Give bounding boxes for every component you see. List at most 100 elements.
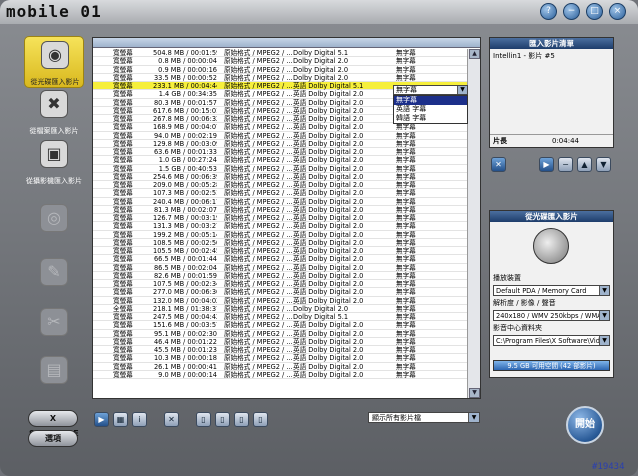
- film-button[interactable]: ▤: [24, 352, 84, 404]
- table-row[interactable]: 寬螢幕 94.0 MB / 00:02:19 原始格式 / MPEG2 / ... 英…: [93, 132, 468, 140]
- table-row[interactable]: 寬螢幕 168.9 MB / 00:04:07 原始格式 / MPEG2 / ...…: [93, 123, 468, 132]
- info-button[interactable]: ⅰ: [132, 412, 147, 427]
- subtitle-select[interactable]: 無字幕 ▼: [393, 85, 468, 95]
- table-row[interactable]: 寬螢幕 1.0 GB / 00:27:24 原始格式 / MPEG2 / ... 英語…: [93, 156, 468, 165]
- table-row[interactable]: 寬螢幕 63.6 MB / 00:01:33 原始格式 / MPEG2 / ... 英…: [93, 148, 468, 157]
- table-cell: 寬螢幕: [113, 172, 133, 181]
- table-row[interactable]: 寬螢幕 86.5 MB / 00:02:04 原始格式 / MPEG2 / ... 英…: [93, 264, 468, 272]
- table-cell: 無字幕: [396, 321, 416, 330]
- table-cell: 英語 Dolby Digital 2.0: [293, 148, 364, 156]
- table-cell: 英語 Dolby Digital 2.0: [293, 280, 364, 288]
- table-row[interactable]: 寬螢幕 33.5 MB / 00:00:52 原始格式 / MPEG2 / ... D…: [93, 74, 468, 82]
- chevron-down-icon[interactable]: ▼: [599, 336, 609, 345]
- remove-button[interactable]: ✕: [164, 412, 179, 427]
- table-cell: 無字幕: [396, 197, 416, 206]
- view-4-button[interactable]: ▯: [253, 412, 268, 427]
- table-row[interactable]: 寬螢幕 26.1 MB / 00:00:41 原始格式 / MPEG2 / ... 英…: [93, 363, 468, 371]
- table-row[interactable]: 寬螢幕 209.0 MB / 00:05:28 原始格式 / MPEG2 / ...…: [93, 181, 468, 190]
- scroll-up-icon[interactable]: ▲: [469, 49, 480, 59]
- table-row[interactable]: 寬螢幕 151.6 MB / 00:03:57 原始格式 / MPEG2 / ...…: [93, 321, 468, 330]
- import-from-file-button[interactable]: ✖ 從檔案匯入影片: [24, 86, 84, 138]
- table-cell: 45.5 MB / 00:01:23: [153, 346, 217, 354]
- table-cell: 107.5 MB / 00:02:34: [153, 280, 217, 288]
- table-row[interactable]: 寬螢幕 277.0 MB / 00:06:36 原始格式 / MPEG2 / ...…: [93, 288, 468, 297]
- view-1-button[interactable]: ▯: [196, 412, 211, 427]
- import-from-camcorder-button[interactable]: ▣ 從攝影機匯入影片: [24, 136, 84, 188]
- table-row[interactable]: 寬螢幕 46.4 MB / 00:01:22 原始格式 / MPEG2 / ... 英…: [93, 338, 468, 346]
- table-cell: 1.5 GB / 00:40:53: [158, 164, 217, 173]
- table-row[interactable]: 寬螢幕 0.9 MB / 00:00:16 原始格式 / MPEG2 / ... Do…: [93, 66, 468, 74]
- import-list-panel: 匯入影片清單 Intellin1 - 影片 #5 片長 0:04:44: [489, 37, 614, 148]
- clear-list-button[interactable]: ✕: [491, 157, 506, 172]
- view-3-button[interactable]: ▯: [234, 412, 249, 427]
- table-row[interactable]: 寬螢幕 45.5 MB / 00:01:23 原始格式 / MPEG2 / ... 英…: [93, 346, 468, 355]
- table-row[interactable]: 寬螢幕 108.5 MB / 00:02:50 原始格式 / MPEG2 / ...…: [93, 239, 468, 247]
- scroll-down-icon[interactable]: ▼: [469, 388, 480, 398]
- view-2-button[interactable]: ▯: [215, 412, 230, 427]
- device-select[interactable]: Default PDA / Memory Card ▼: [493, 285, 610, 296]
- table-cell: 無字幕: [396, 288, 416, 297]
- table-cell: 82.6 MB / 00:01:59: [153, 271, 217, 280]
- table-cell: 寬螢幕: [113, 222, 133, 231]
- folder-select[interactable]: C:\Program Files\X Software\Video ▼: [493, 335, 610, 346]
- table-row[interactable]: 寬螢幕 129.8 MB / 00:03:09 原始格式 / MPEG2 / ...…: [93, 140, 468, 148]
- table-row[interactable]: 寬螢幕 81.3 MB / 00:02:07 原始格式 / MPEG2 / ... 英…: [93, 206, 468, 214]
- help-button[interactable]: ?: [540, 3, 557, 20]
- table-cell: Dolby Digital 5.1: [293, 49, 349, 57]
- table-cell: 0.8 MB / 00:00:04: [158, 57, 217, 66]
- table-cell: 129.8 MB / 00:03:09: [153, 139, 217, 148]
- subtitle-option[interactable]: 英語 字幕: [394, 105, 467, 114]
- import-list-item[interactable]: Intellin1 - 影片 #5: [490, 49, 613, 63]
- minimize-button[interactable]: −: [563, 3, 580, 20]
- table-row[interactable]: 寬螢幕 240.4 MB / 00:06:17 原始格式 / MPEG2 / ...…: [93, 198, 468, 206]
- x-software-button[interactable]: X SOFTWARE: [28, 410, 79, 438]
- close-button[interactable]: ×: [609, 3, 626, 20]
- filter-select[interactable]: 顯示所有影片檔 ▼: [368, 412, 480, 423]
- trim-button[interactable]: ✂: [24, 304, 84, 356]
- table-row[interactable]: 寬螢幕 107.5 MB / 00:02:34 原始格式 / MPEG2 / ...…: [93, 280, 468, 289]
- burn-disc-button[interactable]: ◎: [24, 200, 84, 252]
- table-cell: 原始格式 / MPEG2 / ...: [224, 73, 292, 82]
- table-cell: 無字幕: [396, 73, 416, 82]
- subtitle-option[interactable]: 韓語 字幕: [394, 114, 467, 123]
- vertical-scrollbar[interactable]: ▲ ▼: [467, 49, 480, 398]
- maximize-button[interactable]: □: [586, 3, 603, 20]
- table-row[interactable]: 寬螢幕 126.7 MB / 00:03:19 原始格式 / MPEG2 / ...…: [93, 214, 468, 223]
- table-cell: 108.5 MB / 00:02:50: [153, 238, 217, 247]
- table-row[interactable]: 寬螢幕 254.6 MB / 00:06:39 原始格式 / MPEG2 / ...…: [93, 173, 468, 181]
- table-cell: 寬螢幕: [113, 337, 133, 346]
- chevron-down-icon[interactable]: ▼: [457, 86, 467, 94]
- table-row[interactable]: 寬螢幕 1.5 GB / 00:40:53 原始格式 / MPEG2 / ... 英語…: [93, 165, 468, 173]
- table-row[interactable]: 寬螢幕 82.6 MB / 00:01:59 原始格式 / MPEG2 / ... 英…: [93, 272, 468, 280]
- table-row[interactable]: 寬螢幕 105.5 MB / 00:02:45 原始格式 / MPEG2 / ...…: [93, 247, 468, 256]
- table-row[interactable]: 寬螢幕 10.3 MB / 00:00:18 原始格式 / MPEG2 / ... 英…: [93, 354, 468, 363]
- subtitle-option[interactable]: 無字幕: [394, 96, 467, 105]
- table-row[interactable]: 寬螢幕 66.5 MB / 00:01:44 原始格式 / MPEG2 / ... 英…: [93, 255, 468, 264]
- move-up-button[interactable]: ▲: [577, 157, 592, 172]
- remove-item-button[interactable]: −: [558, 157, 573, 172]
- import-from-disc-button[interactable]: ◉ 從光碟匯入影片: [24, 36, 84, 88]
- table-row[interactable]: 寬螢幕 199.2 MB / 00:05:14 原始格式 / MPEG2 / ...…: [93, 231, 468, 239]
- table-row[interactable]: 寬螢幕 9.0 MB / 00:00:14 原始格式 / MPEG2 / ... 英語…: [93, 371, 468, 379]
- table-row[interactable]: 寬螢幕 247.5 MB / 00:04:42 原始格式 / MPEG2 / ...…: [93, 313, 468, 322]
- table-row[interactable]: 寬螢幕 107.3 MB / 00:02:51 原始格式 / MPEG2 / ...…: [93, 189, 468, 198]
- table-row[interactable]: 寬螢幕 0.8 MB / 00:00:04 原始格式 / MPEG2 / ... Do…: [93, 57, 468, 66]
- table-row[interactable]: 寬螢幕 95.1 MB / 00:02:30 原始格式 / MPEG2 / ... 英…: [93, 330, 468, 338]
- table-cell: 寬螢幕: [113, 65, 133, 74]
- start-button[interactable]: 開始: [566, 406, 604, 444]
- table-row[interactable]: 寬螢幕 131.3 MB / 00:03:27 原始格式 / MPEG2 / ...…: [93, 222, 468, 231]
- chevron-down-icon[interactable]: ▼: [468, 413, 479, 422]
- table-cell: 英語 Dolby Digital 2.0: [293, 131, 364, 140]
- chevron-down-icon[interactable]: ▼: [599, 286, 609, 295]
- table-row[interactable]: 寬螢幕 132.0 MB / 00:04:02 原始格式 / MPEG2 / ...…: [93, 297, 468, 305]
- chevron-down-icon[interactable]: ▼: [599, 311, 609, 320]
- play-button[interactable]: ▶: [94, 412, 109, 427]
- table-row[interactable]: 寬螢幕 504.8 MB / 00:01:59 原始格式 / MPEG2 / ...…: [93, 49, 468, 58]
- format-select[interactable]: 240x180 / WMV 250kbps / WMA ▼: [493, 310, 610, 321]
- move-down-button[interactable]: ▼: [596, 157, 611, 172]
- options-button[interactable]: 選項: [28, 430, 78, 447]
- edit-button[interactable]: ✎: [24, 254, 84, 306]
- preview-button[interactable]: ▶: [539, 157, 554, 172]
- grid-button[interactable]: ▦: [113, 412, 128, 427]
- table-row[interactable]: 全螢幕 218.1 MB / 01:38:37 原始格式 / MPEG2 / ...…: [93, 305, 468, 313]
